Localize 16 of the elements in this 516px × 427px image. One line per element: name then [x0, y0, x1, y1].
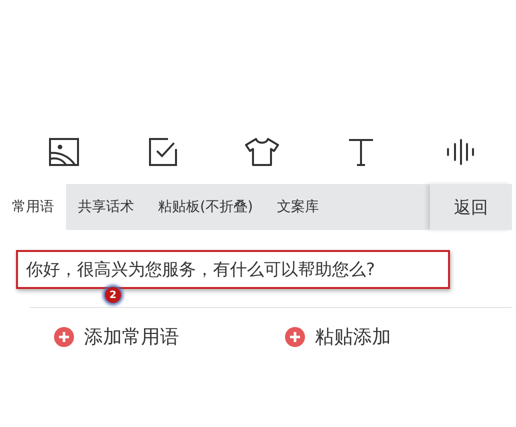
voice-icon[interactable]: [446, 139, 474, 165]
add-button[interactable]: 添加常用语: [54, 324, 285, 350]
phrase-item[interactable]: 你好，很高兴为您服务，有什么可以帮助您么?: [16, 250, 450, 289]
step-badge: 2: [105, 287, 121, 303]
tab[interactable]: 共享话术: [66, 184, 146, 230]
tab[interactable]: 粘贴板(不折叠): [146, 184, 265, 230]
tab[interactable]: 文案库: [264, 184, 331, 230]
image-icon[interactable]: [48, 138, 78, 166]
back-button[interactable]: 返回: [430, 184, 512, 230]
checkbox-icon[interactable]: [148, 138, 176, 166]
add-button[interactable]: 粘贴添加: [285, 324, 516, 350]
text-icon[interactable]: [348, 138, 374, 166]
plus-icon: [285, 327, 305, 347]
plus-icon: [54, 327, 74, 347]
tab[interactable]: 常用语: [0, 184, 66, 230]
shirt-icon[interactable]: [244, 138, 278, 166]
